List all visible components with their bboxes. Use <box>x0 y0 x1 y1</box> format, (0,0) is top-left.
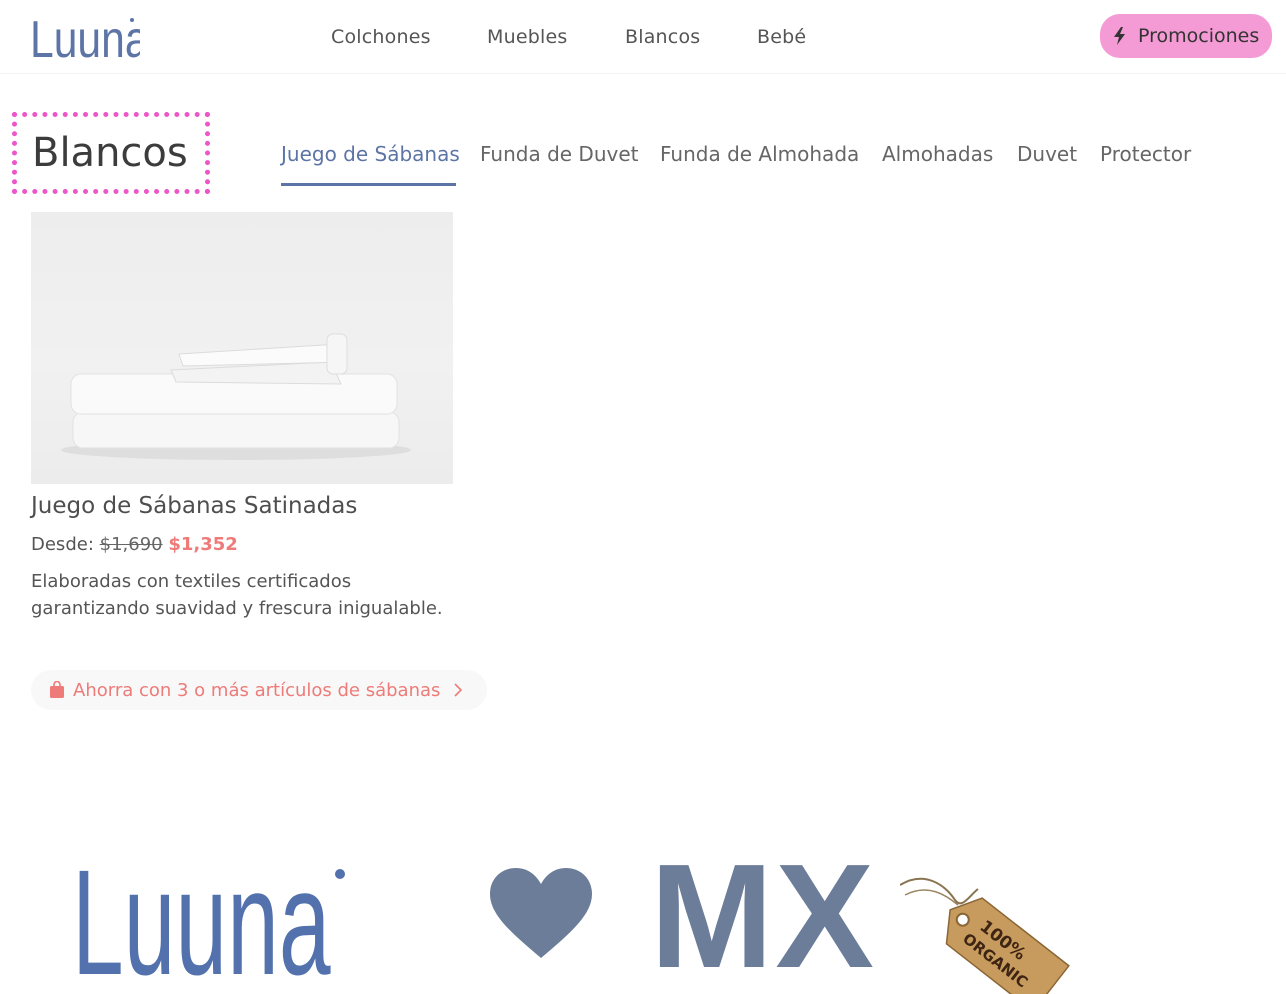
tab-duvet[interactable]: Duvet <box>1017 142 1077 166</box>
nav-muebles[interactable]: Muebles <box>487 26 567 48</box>
bundle-savings-label: Ahorra con 3 o más artículos de sábanas <box>73 679 441 701</box>
luuna-logo[interactable]: Luuna <box>30 11 140 63</box>
lightning-icon <box>1114 27 1125 45</box>
nav-bebe[interactable]: Bebé <box>757 26 806 48</box>
top-navigation-bar: Luuna Colchones Muebles Blancos Bebé Pro… <box>0 0 1286 74</box>
original-price: $1,690 <box>99 534 163 555</box>
banner-logo-text: Luuna <box>72 850 331 980</box>
promotions-button[interactable]: Promociones <box>1100 14 1272 58</box>
nav-colchones[interactable]: Colchones <box>331 26 431 48</box>
organic-tag-icon: 100% ORGANIC <box>900 877 1070 994</box>
page-title: Blancos <box>32 130 188 176</box>
logo-dot <box>130 18 134 22</box>
nav-blancos[interactable]: Blancos <box>625 26 700 48</box>
shopping-bag-icon <box>50 681 64 698</box>
sale-price: $1,352 <box>168 534 238 555</box>
product-name[interactable]: Juego de Sábanas Satinadas <box>31 493 357 519</box>
heart-icon <box>490 868 592 958</box>
tab-almohadas[interactable]: Almohadas <box>882 142 993 166</box>
chevron-right-icon <box>454 683 463 697</box>
tab-funda-de-almohada[interactable]: Funda de Almohada <box>660 142 859 166</box>
tab-protector[interactable]: Protector <box>1100 142 1191 166</box>
active-tab-indicator <box>281 183 456 186</box>
promotions-label: Promociones <box>1138 25 1260 47</box>
banner-logo-dot <box>335 869 345 879</box>
product-image[interactable] <box>31 212 453 484</box>
price-prefix: Desde: <box>31 534 94 555</box>
country-code: MX <box>650 834 876 994</box>
logo-text: Luuna <box>30 11 140 63</box>
bundle-savings-link[interactable]: Ahorra con 3 o más artículos de sábanas <box>31 670 487 710</box>
product-description: Elaboradas con textiles certificados gar… <box>31 571 443 619</box>
folded-sheets-illustration <box>61 333 411 460</box>
luuna-banner-logo: Luuna <box>72 850 345 980</box>
tab-funda-de-duvet[interactable]: Funda de Duvet <box>480 142 639 166</box>
price-row: Desde: $1,690 $1,352 <box>31 534 238 555</box>
tab-juego-de-sabanas[interactable]: Juego de Sábanas <box>281 142 460 166</box>
